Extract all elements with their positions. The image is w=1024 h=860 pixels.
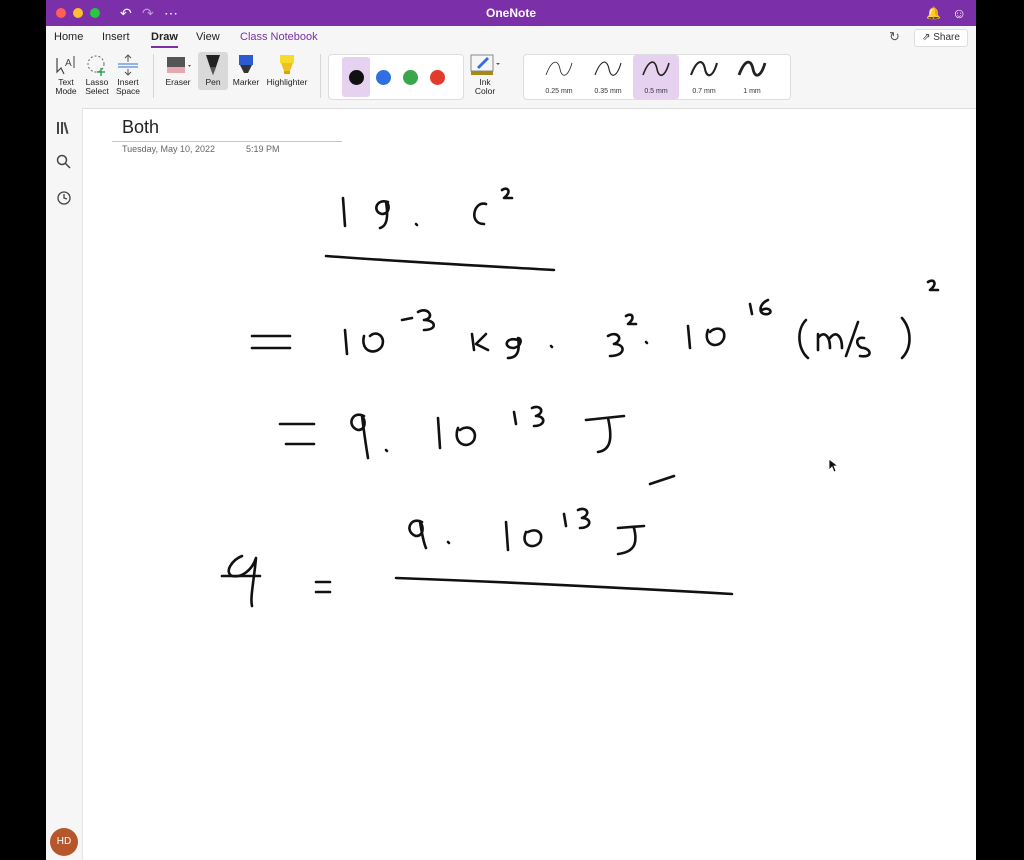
ink-stroke (644, 340, 649, 345)
ink-stroke (900, 316, 911, 360)
ink-stroke (816, 332, 844, 352)
ink-stroke (446, 540, 451, 545)
ink-stroke (324, 254, 556, 272)
ink-stroke (416, 309, 436, 332)
ink-stroke (384, 448, 389, 453)
ink-stroke (455, 426, 477, 447)
ink-stroke (470, 332, 490, 352)
ink-stroke (505, 336, 522, 360)
ink-stroke (400, 316, 414, 322)
ink-stroke (616, 524, 646, 556)
ink-stroke (798, 318, 810, 360)
ink-stroke (436, 416, 442, 450)
ink-stroke (473, 202, 488, 226)
onenote-window: ↶ ↷ ⋯ OneNote 🔔 ☺ Home Insert Draw View … (46, 0, 976, 860)
ink-stroke (759, 298, 772, 316)
ink-stroke (855, 336, 871, 358)
ink-stroke (606, 332, 624, 358)
ink-stroke (624, 313, 638, 326)
ink-stroke (227, 554, 258, 608)
ink-stroke (500, 187, 514, 200)
ink-stroke (362, 332, 385, 353)
ink-stroke (648, 474, 676, 486)
ink-stroke (350, 413, 370, 460)
ink-stroke (394, 576, 734, 596)
ink-stroke (414, 222, 419, 227)
ink-stroke (523, 529, 543, 548)
ink-stroke (341, 196, 347, 228)
ink-stroke (530, 405, 545, 428)
ink-stroke (549, 344, 554, 349)
mouse-cursor-icon (828, 458, 840, 473)
ink-stroke (576, 507, 591, 530)
ink-stroke (584, 414, 626, 454)
ink-stroke (512, 410, 518, 426)
ink-stroke (562, 512, 568, 528)
ink-stroke (926, 279, 940, 292)
ink-stroke (844, 320, 860, 358)
ink-stroke (408, 519, 428, 550)
ink-stroke (686, 324, 692, 350)
ink-stroke (504, 520, 510, 552)
ink-stroke (375, 200, 390, 230)
ink-stroke (343, 328, 349, 356)
ink-stroke (705, 327, 726, 347)
handwritten-ink-canvas[interactable] (46, 0, 976, 860)
ink-stroke (748, 302, 754, 316)
